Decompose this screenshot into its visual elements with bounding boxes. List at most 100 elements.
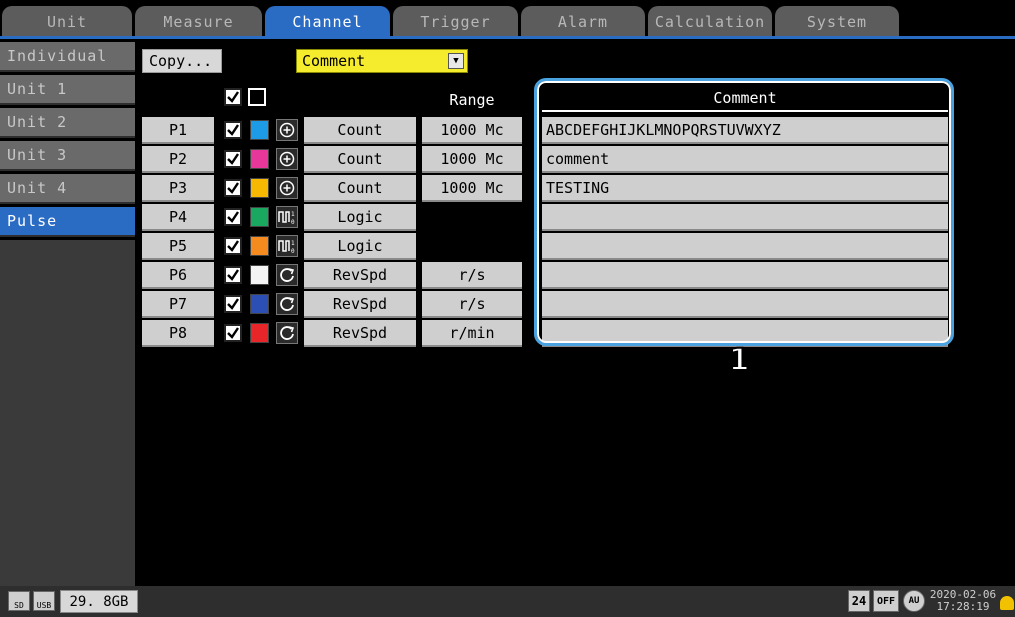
sd-card-icon: SD bbox=[8, 591, 30, 611]
sidebar-item-unit-3[interactable]: Unit 3 bbox=[0, 141, 135, 171]
channel-color-swatch[interactable] bbox=[250, 178, 269, 198]
sidebar-item-unit-1[interactable]: Unit 1 bbox=[0, 75, 135, 105]
channel-enable-checkbox[interactable] bbox=[224, 150, 242, 168]
auto-icon: AU bbox=[903, 590, 925, 612]
channel-label: P1 bbox=[142, 117, 214, 144]
tab-unit[interactable]: Unit bbox=[2, 6, 132, 37]
tab-underline bbox=[0, 36, 1015, 39]
callout-number: 1 bbox=[728, 342, 751, 379]
measurement-mode[interactable]: Count bbox=[304, 146, 416, 173]
range-value[interactable]: 1000 Mc bbox=[422, 146, 522, 173]
checkmark-icon bbox=[227, 327, 239, 339]
channel-enable-checkbox[interactable] bbox=[224, 208, 242, 226]
sidebar: Individual Unit 1 Unit 2 Unit 3 Unit 4 P… bbox=[0, 40, 135, 586]
usb-memory-icon: USB bbox=[33, 591, 55, 611]
comment-field[interactable]: comment bbox=[542, 146, 948, 173]
range-value bbox=[422, 204, 522, 231]
channel-color-swatch[interactable] bbox=[250, 265, 269, 285]
channel-color-swatch[interactable] bbox=[250, 149, 269, 169]
rotation-icon bbox=[276, 293, 298, 315]
channel-color-swatch[interactable] bbox=[250, 120, 269, 140]
check-all-checkbox[interactable] bbox=[224, 88, 242, 106]
logic-icon: 10 bbox=[276, 206, 298, 228]
svg-text:0: 0 bbox=[291, 219, 295, 226]
comment-field[interactable]: TESTING bbox=[542, 175, 948, 202]
sidebar-item-unit-2[interactable]: Unit 2 bbox=[0, 108, 135, 138]
free-space-readout: 29. 8GB bbox=[60, 590, 138, 613]
comment-field[interactable] bbox=[542, 291, 948, 318]
tab-channel[interactable]: Channel bbox=[265, 6, 390, 37]
status-bar: SD USB 29. 8GB 24 OFF AU 2020-02-06 17:2… bbox=[0, 586, 1015, 617]
date-time: 2020-02-06 17:28:19 bbox=[928, 589, 998, 615]
measurement-mode[interactable]: Count bbox=[304, 175, 416, 202]
count-icon bbox=[276, 177, 298, 199]
channel-enable-checkbox[interactable] bbox=[224, 179, 242, 197]
measurement-mode[interactable]: RevSpd bbox=[304, 262, 416, 289]
channel-color-swatch[interactable] bbox=[250, 294, 269, 314]
channel-label: P7 bbox=[142, 291, 214, 318]
checkmark-icon bbox=[227, 298, 239, 310]
svg-text:1: 1 bbox=[291, 240, 295, 247]
channel-color-swatch[interactable] bbox=[250, 236, 269, 256]
uncheck-all-checkbox[interactable] bbox=[248, 88, 266, 106]
channel-label: P5 bbox=[142, 233, 214, 260]
tab-trigger[interactable]: Trigger bbox=[393, 6, 518, 37]
channel-color-swatch[interactable] bbox=[250, 207, 269, 227]
range-value[interactable]: r/min bbox=[422, 320, 522, 347]
channel-enable-checkbox[interactable] bbox=[224, 324, 242, 342]
sidebar-item-unit-4[interactable]: Unit 4 bbox=[0, 174, 135, 204]
sidebar-empty-area bbox=[0, 240, 135, 586]
chevron-down-icon[interactable]: ▼ bbox=[448, 53, 464, 69]
display-time-icon: 24 bbox=[848, 590, 870, 612]
comment-field[interactable] bbox=[542, 204, 948, 231]
checkmark-icon bbox=[227, 240, 239, 252]
range-value[interactable]: 1000 Mc bbox=[422, 117, 522, 144]
channel-enable-checkbox[interactable] bbox=[224, 237, 242, 255]
checkmark-icon bbox=[227, 124, 239, 136]
copy-button[interactable]: Copy... bbox=[142, 49, 222, 73]
comment-field[interactable] bbox=[542, 262, 948, 289]
alert-icon bbox=[1000, 596, 1014, 610]
checkmark-icon bbox=[227, 153, 239, 165]
checkmark-icon bbox=[227, 182, 239, 194]
tab-calculation[interactable]: Calculation bbox=[648, 6, 772, 37]
channel-label: P2 bbox=[142, 146, 214, 173]
rotation-icon bbox=[276, 264, 298, 286]
time-text: 17:28:19 bbox=[936, 600, 990, 613]
measurement-mode[interactable]: Logic bbox=[304, 204, 416, 231]
range-value[interactable]: 1000 Mc bbox=[422, 175, 522, 202]
comment-field[interactable]: ABCDEFGHIJKLMNOPQRSTUVWXYZ bbox=[542, 117, 948, 144]
rotation-icon bbox=[276, 322, 298, 344]
channel-color-swatch[interactable] bbox=[250, 323, 269, 343]
range-value[interactable]: r/s bbox=[422, 262, 522, 289]
channel-enable-checkbox[interactable] bbox=[224, 295, 242, 313]
channel-label: P6 bbox=[142, 262, 214, 289]
svg-text:0: 0 bbox=[291, 248, 295, 255]
checkmark-icon bbox=[227, 269, 239, 281]
view-select-value: Comment bbox=[302, 52, 366, 70]
screen-off-icon: OFF bbox=[873, 590, 899, 612]
measurement-mode[interactable]: Count bbox=[304, 117, 416, 144]
tab-system[interactable]: System bbox=[775, 6, 899, 37]
comment-field[interactable] bbox=[542, 233, 948, 260]
count-icon bbox=[276, 148, 298, 170]
count-icon bbox=[276, 119, 298, 141]
sidebar-item-pulse[interactable]: Pulse bbox=[0, 207, 135, 237]
view-select[interactable]: Comment ▼ bbox=[296, 49, 468, 73]
channel-label: P3 bbox=[142, 175, 214, 202]
range-value[interactable]: r/s bbox=[422, 291, 522, 318]
measurement-mode[interactable]: Logic bbox=[304, 233, 416, 260]
channel-label: P4 bbox=[142, 204, 214, 231]
measurement-mode[interactable]: RevSpd bbox=[304, 320, 416, 347]
channel-label: P8 bbox=[142, 320, 214, 347]
channel-settings-panel: Copy... Comment ▼ Range P1 Count 1000 Mc AB… bbox=[137, 40, 1015, 586]
channel-enable-checkbox[interactable] bbox=[224, 121, 242, 139]
tab-measure[interactable]: Measure bbox=[135, 6, 262, 37]
sidebar-item-individual[interactable]: Individual bbox=[0, 42, 135, 72]
svg-text:1: 1 bbox=[291, 211, 295, 218]
comment-header: Comment bbox=[542, 86, 948, 112]
logic-icon: 10 bbox=[276, 235, 298, 257]
measurement-mode[interactable]: RevSpd bbox=[304, 291, 416, 318]
channel-enable-checkbox[interactable] bbox=[224, 266, 242, 284]
tab-alarm[interactable]: Alarm bbox=[521, 6, 645, 37]
